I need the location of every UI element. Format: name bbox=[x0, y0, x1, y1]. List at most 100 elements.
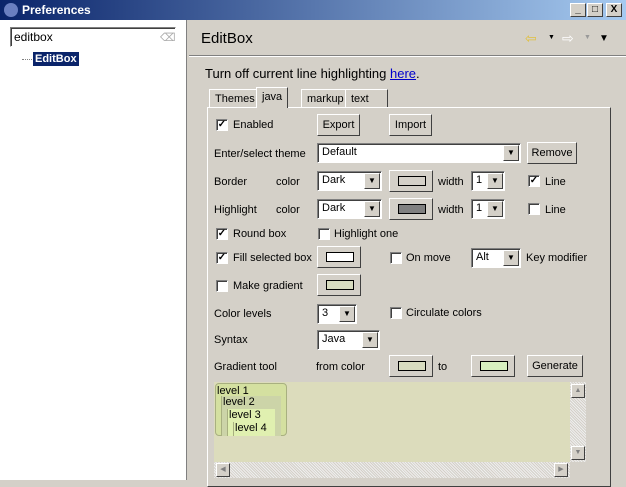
highlight-color-combo[interactable]: Dark ▼ bbox=[317, 199, 382, 219]
color-levels-combo[interactable]: 3 ▼ bbox=[317, 304, 357, 324]
chevron-down-icon[interactable]: ▼ bbox=[362, 332, 378, 348]
syntax-label: Syntax bbox=[214, 334, 248, 346]
highlight-label: Highlight bbox=[214, 204, 257, 216]
generate-button[interactable]: Generate bbox=[527, 355, 583, 377]
from-color-button[interactable] bbox=[389, 355, 433, 377]
border-swatch bbox=[398, 176, 426, 186]
from-color-label: from color bbox=[316, 361, 365, 373]
theme-combo[interactable]: Default ▼ bbox=[317, 143, 521, 163]
border-color-label: color bbox=[276, 176, 300, 188]
scroll-left-icon[interactable]: ◀ bbox=[216, 463, 230, 477]
import-button[interactable]: Import bbox=[389, 114, 432, 136]
circulate-checkbox[interactable] bbox=[390, 307, 402, 319]
remove-button[interactable]: Remove bbox=[527, 142, 577, 164]
header-separator bbox=[189, 55, 626, 57]
eclipse-icon bbox=[4, 3, 18, 17]
on-move-checkbox[interactable] bbox=[390, 252, 402, 264]
highlight-width-label: width bbox=[438, 204, 464, 216]
preview-area[interactable]: level 1 level 2 level 3 level 4 bbox=[214, 382, 570, 462]
gradient-color-button[interactable] bbox=[317, 274, 361, 296]
clear-filter-icon[interactable]: ⌫ bbox=[160, 31, 176, 44]
highlight-color-label: color bbox=[276, 204, 300, 216]
tab-text[interactable]: text bbox=[345, 89, 388, 108]
round-box-checkbox[interactable]: ✓ bbox=[216, 228, 228, 240]
chevron-down-icon[interactable]: ▼ bbox=[487, 173, 503, 189]
chevron-down-icon[interactable]: ▼ bbox=[548, 34, 555, 41]
chevron-down-icon[interactable]: ▼ bbox=[364, 173, 380, 189]
gradient-swatch bbox=[326, 280, 354, 290]
here-link[interactable]: here bbox=[390, 66, 416, 81]
color-levels-value: 3 bbox=[322, 307, 329, 319]
fill-color-button[interactable] bbox=[317, 246, 361, 268]
chevron-down-icon[interactable]: ▼ bbox=[503, 250, 519, 266]
to-label: to bbox=[438, 361, 448, 373]
highlight-line-label: Line bbox=[545, 204, 566, 216]
maximize-button[interactable]: □ bbox=[587, 3, 603, 17]
window-title: Preferences bbox=[22, 3, 91, 17]
scroll-right-icon[interactable]: ▶ bbox=[554, 463, 568, 477]
syntax-combo[interactable]: Java ▼ bbox=[317, 330, 380, 350]
border-color-value: Dark bbox=[322, 174, 346, 186]
highlight-color-value: Dark bbox=[322, 202, 346, 214]
border-width-combo[interactable]: 1 ▼ bbox=[471, 171, 505, 191]
tab-markup[interactable]: markup bbox=[301, 89, 350, 108]
border-label: Border bbox=[214, 176, 248, 188]
border-color-combo[interactable]: Dark ▼ bbox=[317, 171, 382, 191]
tab-java[interactable]: java bbox=[256, 87, 289, 108]
on-move-label: On move bbox=[406, 252, 451, 264]
level-4: level 4 bbox=[235, 422, 267, 434]
from-swatch bbox=[398, 361, 426, 371]
chevron-down-icon[interactable]: ▼ bbox=[487, 201, 503, 217]
chevron-down-icon[interactable]: ▼ bbox=[503, 145, 519, 161]
title-bar: Preferences _ □ X bbox=[0, 0, 626, 20]
fill-swatch bbox=[326, 252, 354, 262]
highlight-one-checkbox[interactable] bbox=[318, 228, 330, 240]
border-color-button[interactable] bbox=[389, 170, 433, 192]
view-menu-icon[interactable]: ▼ bbox=[599, 33, 609, 44]
theme-label: Enter/select theme bbox=[214, 148, 306, 160]
enabled-checkbox[interactable]: ✓ bbox=[216, 119, 228, 131]
export-button[interactable]: Export bbox=[317, 114, 360, 136]
gradient-tool-label: Gradient tool bbox=[214, 361, 277, 373]
highlight-line-checkbox[interactable] bbox=[528, 203, 540, 215]
chevron-down-icon[interactable]: ▼ bbox=[339, 306, 355, 322]
minimize-button[interactable]: _ bbox=[570, 3, 586, 17]
chevron-down-icon[interactable]: ▼ bbox=[364, 201, 380, 217]
border-line-checkbox[interactable]: ✓ bbox=[528, 175, 540, 187]
highlight-width-value: 1 bbox=[476, 202, 483, 214]
enabled-label: Enabled bbox=[233, 119, 274, 131]
key-combo[interactable]: Alt ▼ bbox=[471, 248, 521, 268]
make-gradient-checkbox[interactable] bbox=[216, 280, 228, 292]
make-gradient-label: Make gradient bbox=[233, 280, 303, 292]
border-line-label: Line bbox=[545, 176, 566, 188]
tree-connector bbox=[22, 59, 32, 60]
border-width-value: 1 bbox=[476, 174, 483, 186]
level-2: level 2 bbox=[223, 396, 255, 408]
close-button[interactable]: X bbox=[606, 3, 622, 17]
circulate-label: Circulate colors bbox=[406, 307, 482, 319]
intro-label: Turn off current line highlighting bbox=[205, 66, 390, 81]
horizontal-scrollbar[interactable]: ◀ ▶ bbox=[214, 462, 570, 478]
highlight-one-label: Highlight one bbox=[334, 228, 399, 240]
round-box-label: Round box bbox=[233, 228, 287, 240]
fill-selected-checkbox[interactable]: ✓ bbox=[216, 252, 228, 264]
arrow-left-icon[interactable]: ⇦ bbox=[525, 30, 537, 47]
filter-value: editbox bbox=[14, 30, 53, 44]
highlight-width-combo[interactable]: 1 ▼ bbox=[471, 199, 505, 219]
to-color-button[interactable] bbox=[471, 355, 515, 377]
scroll-down-icon[interactable]: ▼ bbox=[571, 446, 585, 460]
highlight-swatch bbox=[398, 204, 426, 214]
level-3: level 3 bbox=[229, 409, 261, 421]
tree-item-editbox[interactable]: EditBox bbox=[32, 51, 80, 67]
filter-input[interactable]: editbox bbox=[10, 27, 176, 47]
chevron-down-icon[interactable]: ▼ bbox=[584, 34, 591, 41]
sidebar: editbox ⌫ EditBox bbox=[0, 20, 187, 480]
fill-selected-label: Fill selected box bbox=[233, 252, 312, 264]
arrow-right-icon[interactable]: ⇨ bbox=[562, 30, 574, 47]
tab-themes[interactable]: Themes bbox=[209, 89, 261, 108]
highlight-color-button[interactable] bbox=[389, 198, 433, 220]
vertical-scrollbar[interactable]: ▲ ▼ bbox=[570, 382, 586, 462]
scroll-up-icon[interactable]: ▲ bbox=[571, 384, 585, 398]
key-value: Alt bbox=[476, 251, 489, 263]
border-width-label: width bbox=[438, 176, 464, 188]
